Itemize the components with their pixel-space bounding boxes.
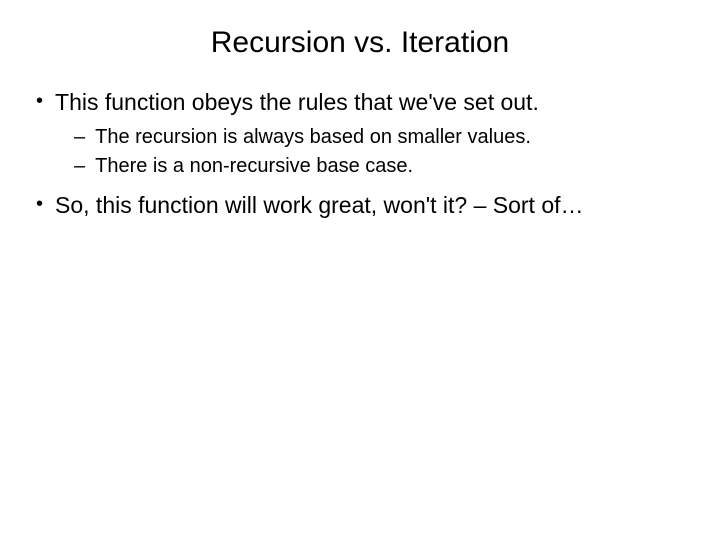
sub-bullet-item: – There is a non-recursive base case.: [74, 154, 690, 179]
dash-marker-icon: –: [74, 125, 85, 150]
bullet-item: • So, this function will work great, won…: [36, 191, 690, 220]
slide-title: Recursion vs. Iteration: [30, 26, 690, 60]
bullet-text: So, this function will work great, won't…: [55, 191, 584, 220]
dash-marker-icon: –: [74, 154, 85, 179]
sub-bullet-text: There is a non-recursive base case.: [95, 154, 413, 179]
bullet-marker-icon: •: [36, 88, 43, 115]
sub-bullet-item: – The recursion is always based on small…: [74, 125, 690, 150]
slide: Recursion vs. Iteration • This function …: [0, 0, 720, 540]
bullet-item: • This function obeys the rules that we'…: [36, 88, 690, 117]
bullet-text: This function obeys the rules that we've…: [55, 88, 539, 117]
sub-bullet-text: The recursion is always based on smaller…: [95, 125, 531, 150]
bullet-marker-icon: •: [36, 191, 43, 218]
